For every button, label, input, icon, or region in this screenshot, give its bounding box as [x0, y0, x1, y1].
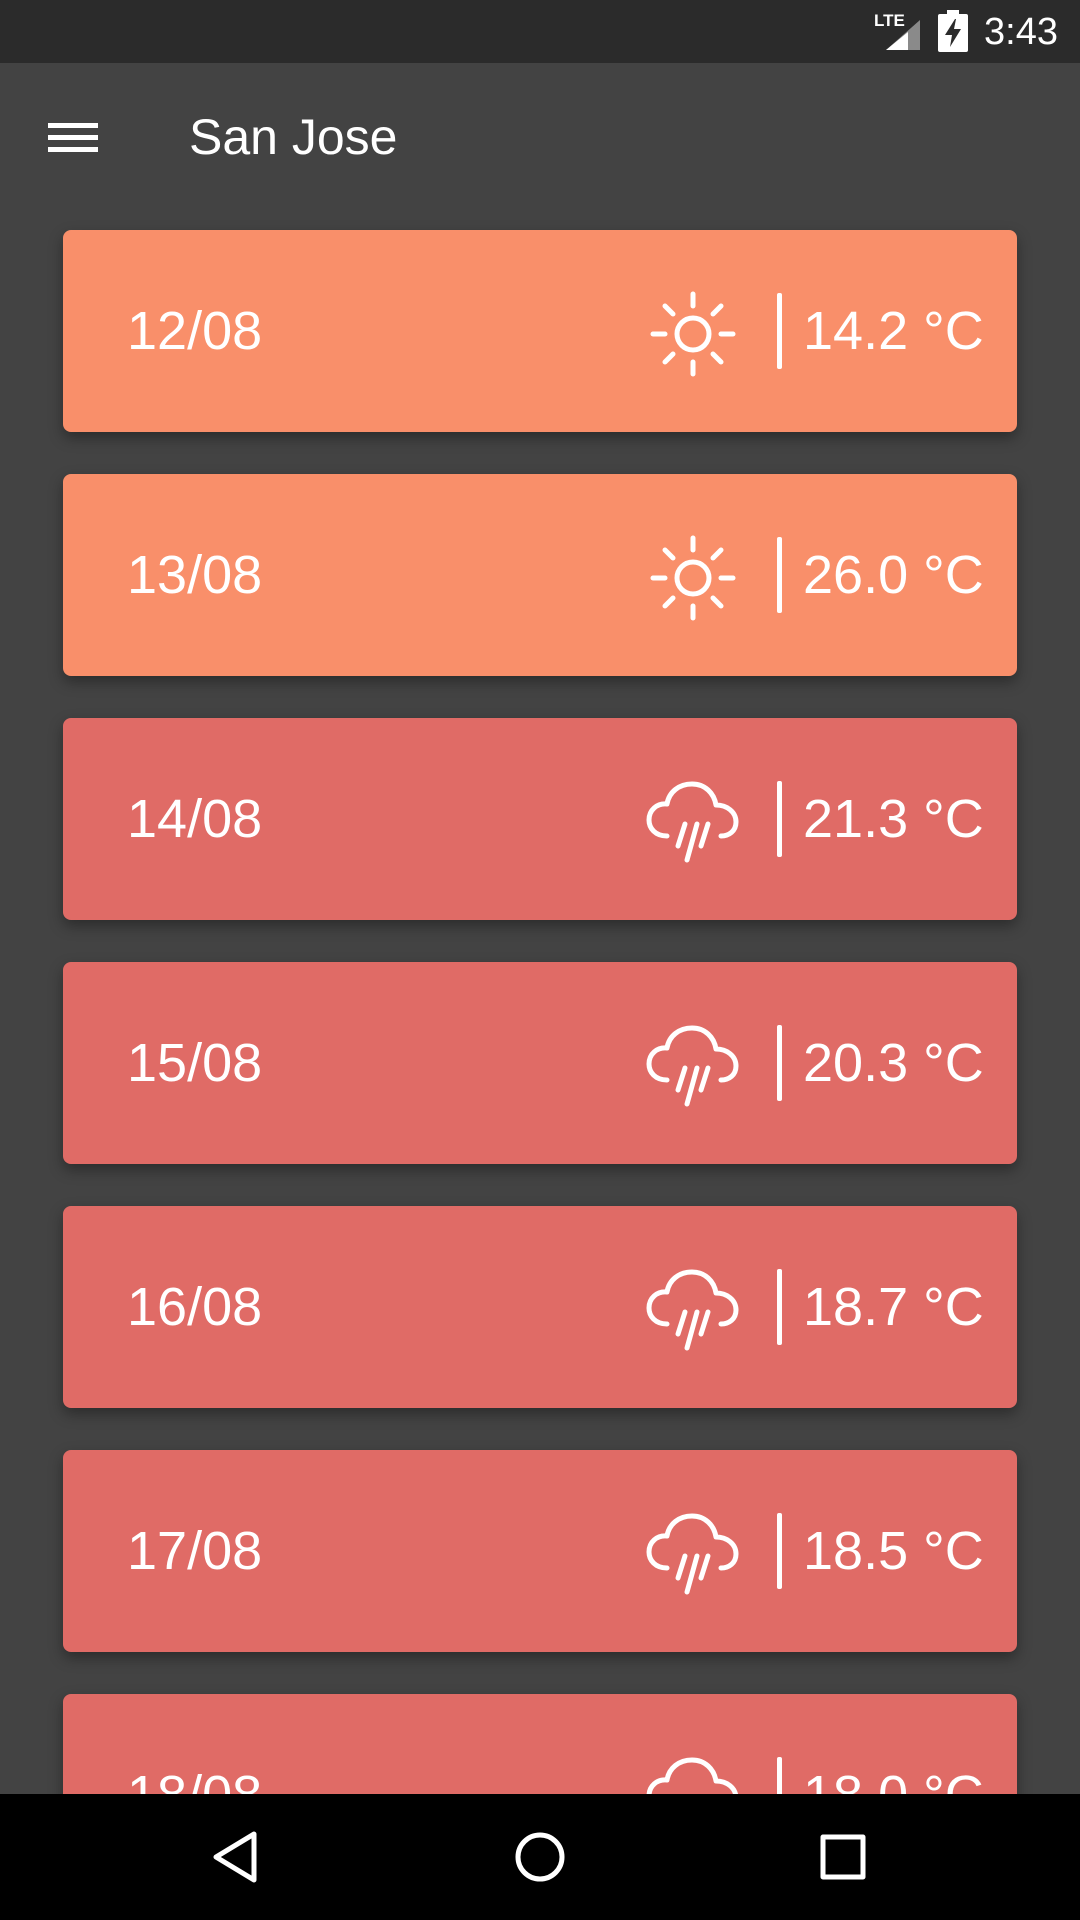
forecast-temperature: 18.7 °C	[803, 1277, 984, 1337]
forecast-card[interactable]: 15/08 20.3 °C	[63, 962, 1017, 1164]
rain-cloud-icon	[645, 1262, 741, 1358]
forecast-temperature: 26.0 °C	[803, 545, 984, 605]
status-time: 3:43	[984, 11, 1058, 53]
app-bar: San Jose	[0, 63, 1080, 216]
forecast-temperature: 21.3 °C	[803, 789, 984, 849]
lte-signal-icon: LTE	[874, 11, 920, 50]
forecast-temperature: 14.2 °C	[803, 301, 984, 361]
rain-cloud-icon	[645, 774, 741, 870]
forecast-card[interactable]: 14/08 21.3 °C	[63, 718, 1017, 920]
home-button[interactable]	[504, 1821, 576, 1893]
forecast-card[interactable]: 18/08 18.0 °C	[63, 1694, 1017, 1794]
hamburger-menu-button[interactable]	[34, 105, 112, 169]
rain-cloud-icon	[645, 1506, 741, 1602]
navigation-bar	[0, 1794, 1080, 1920]
page-title: San Jose	[189, 109, 398, 165]
card-divider	[777, 1757, 782, 1794]
sun-icon	[645, 286, 741, 382]
battery-charging-icon	[938, 10, 968, 52]
back-button[interactable]	[200, 1821, 272, 1893]
svg-text:LTE: LTE	[874, 11, 905, 30]
card-divider	[777, 1269, 782, 1345]
forecast-card[interactable]: 13/08 26.0 °C	[63, 474, 1017, 676]
forecast-list[interactable]: 12/08 14.2 °C 13/08 26.0 °C 14/08 21.3 °C 15/0…	[0, 216, 1080, 1794]
card-divider	[777, 781, 782, 857]
forecast-temperature: 18.0 °C	[803, 1694, 984, 1794]
home-circle-icon	[515, 1832, 565, 1882]
status-bar: LTE 3:43	[0, 0, 1080, 63]
sun-icon	[645, 530, 741, 626]
forecast-date: 17/08	[127, 1521, 263, 1581]
rain-cloud-icon	[645, 1750, 741, 1794]
rain-cloud-icon	[645, 1018, 741, 1114]
forecast-card[interactable]: 12/08 14.2 °C	[63, 230, 1017, 432]
forecast-date: 15/08	[127, 1033, 263, 1093]
forecast-date: 12/08	[127, 301, 263, 361]
card-divider	[777, 293, 782, 369]
forecast-temperature: 18.5 °C	[803, 1521, 984, 1581]
forecast-date: 14/08	[127, 789, 263, 849]
forecast-card[interactable]: 16/08 18.7 °C	[63, 1206, 1017, 1408]
forecast-temperature: 20.3 °C	[803, 1033, 984, 1093]
back-triangle-icon	[213, 1831, 257, 1883]
card-divider	[777, 1025, 782, 1101]
forecast-card[interactable]: 17/08 18.5 °C	[63, 1450, 1017, 1652]
card-divider	[777, 537, 782, 613]
forecast-date: 13/08	[127, 545, 263, 605]
recents-button[interactable]	[807, 1821, 879, 1893]
forecast-date: 16/08	[127, 1277, 263, 1337]
card-divider	[777, 1513, 782, 1589]
hamburger-menu-icon	[48, 123, 98, 152]
forecast-date: 18/08	[127, 1694, 262, 1794]
recents-square-icon	[820, 1834, 866, 1880]
